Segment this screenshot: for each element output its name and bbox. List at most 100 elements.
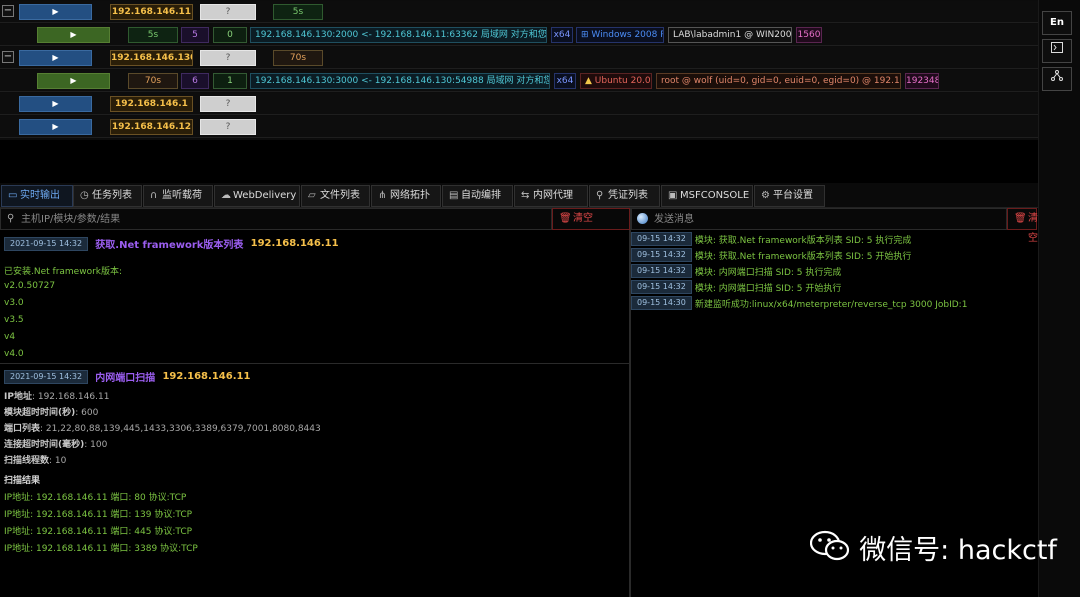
tab-intranet-proxy[interactable]: ⇆ 内网代理 (514, 185, 588, 207)
message-time: 09-15 14:30 (631, 296, 692, 310)
watermark-text: 微信号: hackctf (859, 535, 1057, 566)
console-icon: ▣ (668, 190, 678, 201)
tab-task-list[interactable]: ◷ 任务列表 (73, 185, 142, 207)
tab-auto-orchestrate[interactable]: ▤ 自动编排 (442, 185, 513, 207)
session-user: LAB\labadmin1 @ WIN200811 (668, 27, 792, 43)
network-icon: ⋔ (378, 190, 387, 201)
folder-icon: ▱ (308, 190, 316, 201)
send-message-box[interactable] (631, 208, 1007, 230)
tab-label: 内网代理 (533, 190, 573, 201)
windows-icon: ⊞ (581, 30, 592, 40)
session-pid: 5 (181, 27, 209, 43)
host-row[interactable]: − ▶ 192.168.146.130 ? 70s (0, 47, 1038, 69)
output-search-box[interactable]: ⚲ (0, 208, 552, 230)
play-button[interactable]: ▶ (19, 119, 92, 135)
search-icon: ⚲ (7, 213, 15, 224)
message-text: 模块: 内网端口扫描 SID: 5 开始执行 (694, 283, 842, 294)
clear-messages-button[interactable]: 🗑 清空 (1007, 208, 1038, 244)
host-row[interactable]: ▶ 192.168.146.1 ? (0, 93, 1038, 115)
host-ip: 192.168.146.12 (110, 119, 193, 135)
play-button[interactable]: ▶ (19, 50, 92, 66)
host-status: ? (200, 50, 256, 66)
scan-result-header: 扫描结果 (4, 476, 41, 486)
session-arch: x64 (554, 73, 576, 89)
terminal-button[interactable] (1042, 39, 1072, 63)
collapse-toggle[interactable]: − (2, 51, 14, 63)
collapse-toggle[interactable]: − (2, 5, 14, 17)
log-line: v3.0 (4, 298, 24, 308)
param-key: 连接超时时间(毫秒) (4, 440, 85, 450)
tab-msfconsole[interactable]: ▣ MSFCONSOLE (661, 185, 753, 207)
key-icon: ⚲ (596, 190, 604, 201)
tab-credential-list[interactable]: ⚲ 凭证列表 (589, 185, 660, 207)
tab-label: 文件列表 (320, 190, 360, 201)
play-button[interactable]: ▶ (19, 96, 92, 112)
live-output-panel: ⚲ 🗑清空 2021-09-15 14:32 获取.Net framework版… (0, 208, 630, 597)
language-button[interactable]: En (1042, 11, 1072, 35)
param-value: : 21,22,80,88,139,445,1433,3306,3389,637… (40, 424, 321, 434)
session-sid: 0 (213, 27, 247, 43)
proxy-icon: ⇆ (521, 190, 530, 201)
host-ip: 192.168.146.1 (110, 96, 193, 112)
log-header: 2021-09-15 14:32 获取.Net framework版本列表 19… (4, 236, 339, 252)
tab-label: MSFCONSOLE (680, 190, 750, 201)
param-key: 端口列表 (4, 424, 41, 434)
param-value: : 10 (49, 456, 67, 466)
tab-platform-settings[interactable]: ⚙ 平台设置 (754, 185, 825, 207)
tab-live-output[interactable]: ▭ 实时输出 (1, 185, 73, 207)
session-play-button[interactable]: ▶ (37, 73, 110, 89)
message-item: 09-15 14:30 新建监听成功:linux/x64/meterpreter/… (631, 296, 1037, 312)
host-row[interactable]: − ▶ 192.168.146.11 ? 5s (0, 1, 1038, 23)
message-time: 09-15 14:32 (631, 232, 692, 246)
host-interval: 70s (273, 50, 323, 66)
play-button[interactable]: ▶ (19, 4, 92, 20)
log-line: v2.0.50727 (4, 281, 56, 291)
clear-label: 清空 (573, 213, 593, 224)
wechat-icon (809, 529, 850, 566)
session-row[interactable]: ▶ 70s 6 1 192.168.146.130:3000 <- 192.16… (0, 70, 1038, 92)
tab-file-list[interactable]: ▱ 文件列表 (301, 185, 370, 207)
session-row[interactable]: ▶ 5s 5 0 192.168.146.130:2000 <- 192.168… (0, 24, 1038, 46)
host-interval: 5s (273, 4, 323, 20)
session-play-button[interactable]: ▶ (37, 27, 110, 43)
log-timestamp: 2021-09-15 14:32 (4, 369, 89, 384)
network-button[interactable] (1042, 67, 1072, 91)
tab-listener[interactable]: ∩ 监听载荷 (143, 185, 213, 207)
param-key: IP地址 (4, 392, 32, 402)
clear-output-button[interactable]: 🗑 清空 (552, 208, 630, 230)
send-message-input[interactable] (654, 211, 994, 227)
tab-label: WebDelivery (233, 190, 297, 201)
session-sid: 1 (213, 73, 247, 89)
terminal-icon (1051, 42, 1063, 56)
scan-result-line: IP地址: 192.168.146.11 端口: 445 协议:TCP (4, 527, 193, 537)
tab-label: 平台设置 (773, 190, 813, 201)
tab-label: 监听载荷 (162, 190, 202, 201)
log-line: v3.5 (4, 315, 24, 325)
host-row[interactable]: ▶ 192.168.146.12 ? (0, 116, 1038, 138)
log-param: 模块超时时间(秒): 600 (4, 405, 98, 418)
log-param: 扫描线程数: 10 (4, 453, 66, 466)
script-icon: ▤ (449, 190, 459, 201)
gear-icon: ⚙ (761, 190, 770, 201)
tab-webdelivery[interactable]: ☁ WebDelivery (214, 185, 300, 207)
message-time: 09-15 14:32 (631, 248, 692, 262)
session-os: ⊞ Windows 2008 R2 (576, 27, 664, 43)
host-status: ? (200, 4, 256, 20)
headphones-icon: ∩ (150, 190, 158, 201)
message-text: 模块: 获取.Net framework版本列表 SID: 5 执行完成 (694, 235, 912, 246)
output-search-input[interactable] (21, 211, 541, 227)
side-toolbar: En (1038, 0, 1080, 597)
scan-result-line: IP地址: 192.168.146.11 端口: 139 协议:TCP (4, 510, 193, 520)
host-status: ? (200, 119, 256, 135)
tab-label: 实时输出 (20, 190, 60, 201)
log-entry: 2021-09-15 14:32 获取.Net framework版本列表 19… (0, 230, 629, 364)
session-interval: 5s (128, 27, 178, 43)
log-host-ip: 192.168.146.11 (162, 371, 251, 382)
network-icon (1051, 70, 1063, 84)
globe-icon (637, 213, 648, 224)
log-header: 2021-09-15 14:32 内网端口扫描 192.168.146.11 (4, 369, 250, 385)
tab-label: 任务列表 (92, 190, 132, 201)
tab-network-topology[interactable]: ⋔ 网络拓扑 (371, 185, 441, 207)
scan-result-line: IP地址: 192.168.146.11 端口: 80 协议:TCP (4, 493, 187, 503)
session-pid: 6 (181, 73, 209, 89)
